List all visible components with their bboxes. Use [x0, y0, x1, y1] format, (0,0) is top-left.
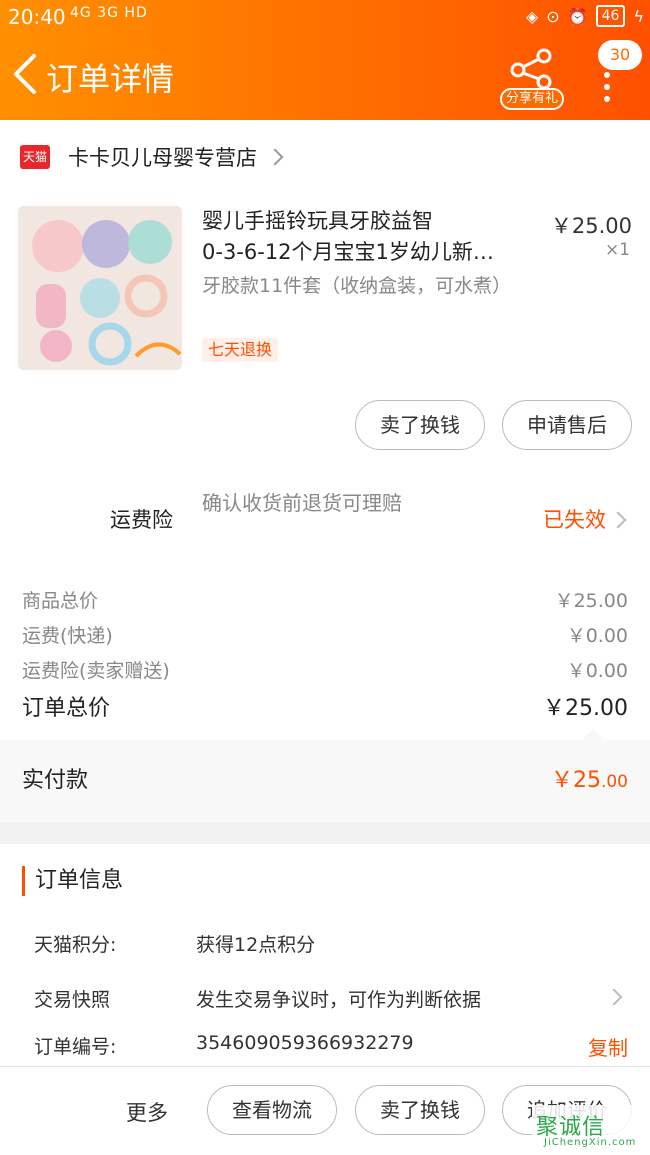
product-title-line2: 0-3-6-12个月宝宝1岁幼儿新… [202, 240, 494, 264]
bottom-action-bar: 更多 查看物流 卖了换钱 追加评价 聚诚信 JiChengXin.com [0, 1066, 650, 1155]
shipping-insurance-desc: 确认收货前退货可理赔 [202, 491, 402, 515]
info-value: 获得12点积分 [196, 934, 316, 956]
price-row-value: ￥0.00 [566, 660, 628, 682]
shipping-insurance-label: 运费险 [110, 508, 173, 532]
after-sale-button[interactable]: 申请售后 [502, 400, 632, 450]
status-right: ◈ ⊙ ⏰ 46 ϟ [526, 5, 644, 27]
chevron-right-icon [609, 511, 627, 529]
price-row-insurance: 运费险(卖家赠送) ￥0.00 [22, 656, 628, 683]
paid-amount-row: 实付款 ￥25.00 [0, 729, 650, 822]
price-row-label: 运费险(卖家赠送) [22, 660, 170, 682]
watermark-domain: JiChengXin.com [544, 1137, 637, 1148]
view-logistics-button[interactable]: 查看物流 [207, 1085, 337, 1135]
chevron-left-icon [14, 54, 36, 94]
page-title: 订单详情 [46, 60, 175, 98]
order-info-section: 订单信息 天猫积分: 获得12点积分 交易快照 发生交易争议时，可作为判断依据 … [0, 844, 650, 1066]
back-button[interactable] [10, 52, 40, 96]
order-total-value: ￥25.00 [543, 696, 628, 721]
caret-up-icon [582, 729, 604, 740]
message-badge: 30 [598, 40, 642, 70]
product-sku: 牙胶款11件套（收纳盒装，可水煮） [202, 275, 512, 297]
paid-value-int: ￥25 [550, 768, 601, 793]
order-total-row: 订单总价 ￥25.00 [22, 690, 628, 722]
watermark-logo: 聚诚信 JiChengXin.com [532, 1105, 650, 1155]
lock-rotation-icon: ⊙ [546, 6, 560, 26]
price-row-value: ￥25.00 [554, 590, 628, 612]
status-bar: 20:40 4G 3G HD ◈ ⊙ ⏰ 46 ϟ [0, 0, 650, 34]
product-price: ￥25.00 [550, 214, 632, 238]
info-key: 交易快照 [34, 989, 111, 1011]
order-item-card: 天猫 卡卡贝儿母婴专营店 婴儿手摇铃玩具牙胶益智 0-3-6-12个月宝宝1岁幼… [0, 120, 650, 740]
sell-item-button[interactable]: 卖了换钱 [355, 400, 485, 450]
more-link[interactable]: 更多 [126, 1097, 168, 1127]
more-dots-icon [604, 72, 610, 108]
share-button[interactable]: 分享有礼 [500, 44, 564, 110]
price-row-shipping: 运费(快递) ￥0.00 [22, 621, 628, 648]
product-title[interactable]: 婴儿手摇铃玩具牙胶益智 0-3-6-12个月宝宝1岁幼儿新… [202, 206, 532, 268]
product-title-line1: 婴儿手摇铃玩具牙胶益智 [202, 209, 433, 233]
product-quantity: ×1 [604, 240, 630, 260]
order-number: 354609059366932279 [196, 1032, 414, 1054]
chevron-right-icon [266, 148, 284, 166]
paid-value-dec: .00 [600, 772, 628, 792]
shop-row[interactable]: 天猫 卡卡贝儿母婴专营店 [20, 142, 284, 172]
alarm-icon: ⏰ [567, 6, 588, 26]
share-icon [510, 48, 552, 90]
shipping-insurance-status[interactable]: 已失效 [543, 504, 606, 534]
order-total-label: 订单总价 [22, 696, 111, 721]
teether-toys-image [18, 206, 182, 370]
more-menu-button[interactable]: 30 [592, 40, 642, 110]
signal-indicator: 4G 3G HD [70, 5, 148, 21]
tmall-logo: 天猫 [20, 145, 50, 169]
price-row-value: ￥0.00 [566, 625, 628, 647]
status-time: 20:40 [8, 5, 66, 29]
copy-button[interactable]: 复制 [588, 1032, 628, 1061]
info-key: 订单编号: [34, 1036, 117, 1058]
paid-value: ￥25.00 [551, 762, 628, 794]
battery-icon: 46 [595, 5, 626, 27]
price-row-label: 商品总价 [22, 590, 99, 612]
nav-bar: 订单详情 分享有礼 30 [0, 40, 650, 112]
vibrate-icon: ◈ [525, 6, 539, 26]
chevron-right-icon [605, 988, 623, 1006]
charging-icon: ϟ [633, 6, 644, 26]
info-value: 发生交易争议时，可作为判断依据 [196, 989, 482, 1011]
paid-label: 实付款 [22, 768, 89, 793]
app-header: 20:40 4G 3G HD ◈ ⊙ ⏰ 46 ϟ 订单详情 分享有礼 30 [0, 0, 650, 120]
price-row-goods: 商品总价 ￥25.00 [22, 586, 628, 613]
info-key: 天猫积分: [34, 934, 117, 956]
share-label: 分享有礼 [500, 88, 564, 110]
shop-name: 卡卡贝儿母婴专营店 [68, 146, 257, 170]
price-row-label: 运费(快递) [22, 625, 113, 647]
return-policy-tag: 七天退换 [202, 338, 279, 362]
product-image[interactable] [18, 206, 182, 370]
sell-button[interactable]: 卖了换钱 [355, 1085, 485, 1135]
order-info-heading: 订单信息 [22, 866, 123, 896]
